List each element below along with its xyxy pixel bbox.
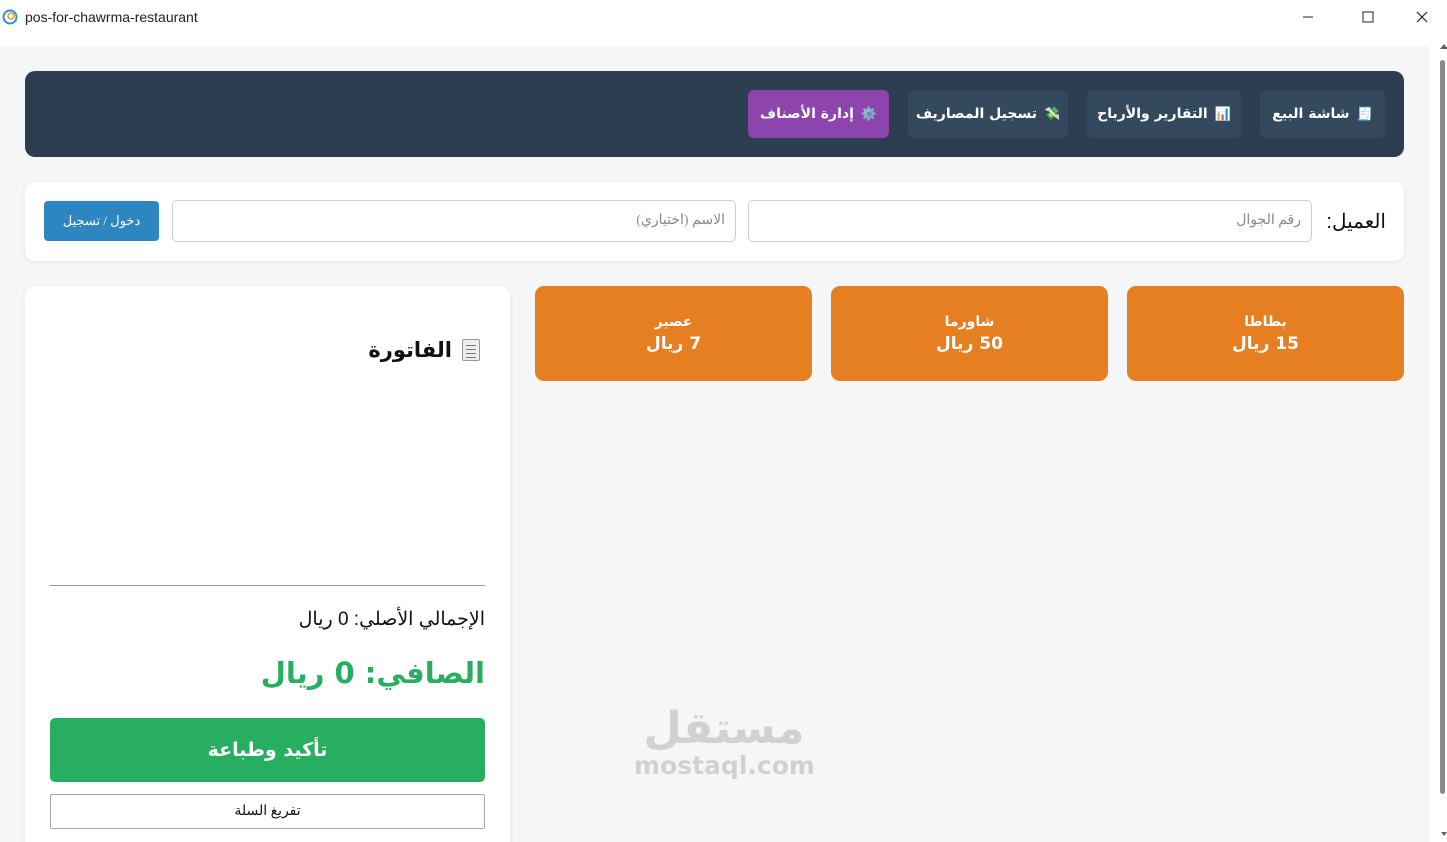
invoice-divider — [50, 585, 485, 586]
product-tile-shawarma[interactable]: شاورما 50 ريال — [831, 286, 1108, 381]
scroll-down-arrow-icon[interactable] — [1441, 832, 1447, 836]
nav-manage-items[interactable]: ⚙️ إدارة الأصناف — [748, 90, 889, 138]
scroll-thumb[interactable] — [1440, 60, 1445, 794]
nav-expenses-label: تسجيل المصاريف — [915, 106, 1037, 122]
invoice-title-text: الفاتورة — [368, 338, 452, 362]
receipt-icon — [462, 339, 480, 361]
close-button[interactable] — [1399, 0, 1445, 34]
navbar: 🧾 شاشة البيع 📊 التقارير والأرباح 💸 تسجيل… — [25, 71, 1404, 157]
product-price: 7 ريال — [645, 333, 702, 354]
confirm-print-button[interactable]: تأكيد وطباعة — [50, 718, 485, 782]
product-name: بطاطا — [1244, 313, 1287, 330]
login-register-button[interactable]: دخول / تسجيل — [44, 201, 159, 241]
product-price: 50 ريال — [936, 333, 1003, 354]
nav-sales-screen[interactable]: 🧾 شاشة البيع — [1260, 90, 1385, 138]
minimize-icon — [1303, 16, 1313, 18]
watermark-logo: مستقل mostaql.com — [634, 703, 815, 780]
product-name: عصير — [654, 313, 693, 330]
receipt-icon: 🧾 — [1356, 106, 1373, 122]
product-tile-potatoes[interactable]: بطاطا 15 ريال — [1127, 286, 1404, 381]
scroll-up-arrow-icon[interactable] — [1440, 44, 1447, 49]
nav-reports-label: التقارير والأرباح — [1097, 106, 1208, 122]
maximize-button[interactable] — [1345, 0, 1391, 34]
name-input[interactable] — [172, 200, 736, 242]
invoice-title: الفاتورة — [368, 338, 480, 362]
money-icon: 💸 — [1044, 106, 1061, 122]
nav-sales-screen-label: شاشة البيع — [1272, 106, 1350, 122]
nav-expenses[interactable]: 💸 تسجيل المصاريف — [908, 90, 1068, 138]
chart-icon: 📊 — [1214, 106, 1231, 122]
app-icon — [2, 9, 18, 25]
clear-cart-button[interactable]: تفريغ السلة — [50, 794, 485, 829]
nav-reports[interactable]: 📊 التقارير والأرباح — [1087, 90, 1241, 138]
minimize-button[interactable] — [1285, 0, 1331, 34]
gear-icon: ⚙️ — [860, 106, 878, 122]
original-total: الإجمالي الأصلي: 0 ريال — [298, 609, 485, 630]
phone-input[interactable] — [748, 200, 1312, 242]
product-name: شاورما — [944, 313, 995, 330]
customer-label: العميل: — [1326, 211, 1386, 233]
window-titlebar: pos-for-chawrma-restaurant — [0, 0, 1447, 36]
product-tile-juice[interactable]: عصير 7 ريال — [535, 286, 812, 381]
maximize-icon — [1362, 11, 1374, 23]
product-price: 15 ريال — [1232, 333, 1299, 354]
window-title: pos-for-chawrma-restaurant — [25, 9, 198, 25]
vertical-scrollbar[interactable] — [1429, 36, 1447, 842]
customer-card: العميل: دخول / تسجيل — [25, 182, 1404, 261]
net-total: الصافي: 0 ريال — [260, 656, 485, 690]
close-icon — [1416, 11, 1428, 23]
invoice-panel: الفاتورة الإجمالي الأصلي: 0 ريال الصافي:… — [25, 286, 510, 842]
watermark-latin: mostaql.com — [634, 751, 815, 780]
watermark-arabic: مستقل — [643, 703, 805, 754]
nav-manage-items-label: إدارة الأصناف — [759, 106, 854, 122]
